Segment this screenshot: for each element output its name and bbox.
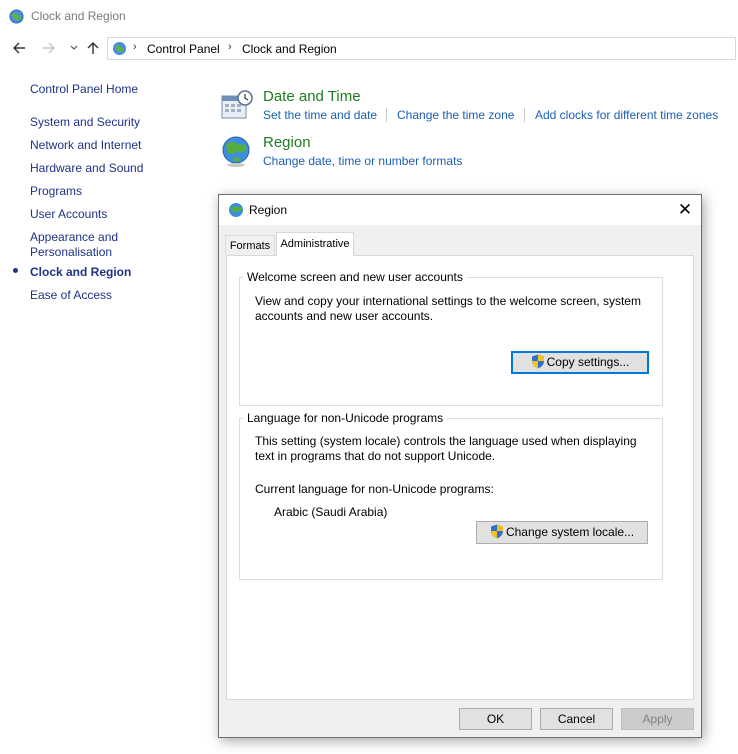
sidebar-item-hardware-sound[interactable]: Hardware and Sound [30, 161, 143, 176]
uac-shield-icon [531, 354, 544, 369]
breadcrumb-separator[interactable]: › [133, 41, 137, 53]
link-divider [524, 108, 525, 122]
copy-settings-button[interactable]: Copy settings... [511, 351, 649, 374]
sidebar-item-network-internet[interactable]: Network and Internet [30, 138, 141, 153]
chevron-down-icon [70, 45, 78, 50]
current-language-value: Arabic (Saudi Arabia) [274, 505, 388, 519]
welcome-group-legend: Welcome screen and new user accounts [243, 270, 467, 284]
forward-button[interactable] [40, 40, 58, 58]
sidebar-item-clock-region[interactable]: Clock and Region [30, 265, 131, 280]
administrative-tab-panel: Welcome screen and new user accounts Vie… [226, 255, 694, 700]
welcome-description-line2: accounts and new user accounts. [255, 309, 434, 323]
back-button[interactable] [10, 40, 28, 58]
tab-formats[interactable]: Formats [225, 235, 275, 255]
welcome-description-line1: View and copy your international setting… [255, 294, 641, 308]
region-dialog: Region ✕ Formats Administrative Welcome … [218, 194, 702, 738]
region-title[interactable]: Region [263, 134, 311, 151]
cancel-button[interactable]: Cancel [540, 708, 613, 730]
dialog-title-bar: Region ✕ [219, 195, 701, 225]
change-system-locale-label: Change system locale... [505, 525, 635, 539]
sidebar-item-user-accounts[interactable]: User Accounts [30, 207, 107, 222]
sidebar-item-system-security[interactable]: System and Security [30, 115, 140, 130]
change-system-locale-button[interactable]: Change system locale... [476, 521, 648, 544]
dialog-title: Region [249, 203, 288, 217]
arrow-left-icon [13, 42, 25, 54]
locale-description-line2: text in programs that do not support Uni… [255, 449, 496, 463]
control-panel-home-link[interactable]: Control Panel Home [30, 82, 138, 97]
change-time-zone-link[interactable]: Change the time zone [397, 108, 514, 122]
region-globe-icon [229, 203, 243, 217]
window-title-bar: Clock and Region [0, 0, 738, 33]
non-unicode-group-legend: Language for non-Unicode programs [243, 411, 448, 425]
region-globe-icon[interactable] [219, 134, 253, 168]
uac-shield-icon [490, 524, 503, 539]
sidebar-item-appearance[interactable]: Appearance and [30, 230, 118, 245]
link-divider [386, 108, 387, 122]
close-icon: ✕ [677, 200, 693, 219]
copy-settings-label: Copy settings... [546, 355, 630, 369]
current-item-bullet [13, 268, 18, 273]
add-clocks-link[interactable]: Add clocks for different time zones [535, 108, 718, 122]
sidebar-item-ease-of-access[interactable]: Ease of Access [30, 288, 112, 303]
address-bar[interactable]: › Control Panel › Clock and Region [107, 37, 736, 60]
date-time-icon[interactable] [219, 88, 253, 122]
breadcrumb-clock-and-region[interactable]: Clock and Region [242, 42, 337, 56]
locale-description-line1: This setting (system locale) controls th… [255, 434, 637, 448]
breadcrumb-control-panel[interactable]: Control Panel [147, 42, 220, 56]
arrow-up-icon [87, 42, 99, 54]
arrow-right-icon [43, 42, 55, 54]
sidebar-item-personalisation[interactable]: Personalisation [30, 245, 112, 260]
set-time-date-link[interactable]: Set the time and date [263, 108, 377, 122]
date-and-time-title[interactable]: Date and Time [263, 88, 361, 105]
up-button[interactable] [84, 40, 102, 58]
change-formats-link[interactable]: Change date, time or number formats [263, 154, 462, 168]
recent-locations-button[interactable] [65, 40, 83, 58]
clock-region-icon [112, 41, 127, 56]
window-title: Clock and Region [31, 9, 126, 23]
ok-button[interactable]: OK [459, 708, 532, 730]
current-language-label: Current language for non-Unicode program… [255, 482, 494, 496]
sidebar-item-programs[interactable]: Programs [30, 184, 82, 199]
breadcrumb-separator[interactable]: › [228, 41, 232, 53]
clock-region-icon [9, 9, 24, 24]
close-button[interactable]: ✕ [673, 199, 697, 221]
apply-button[interactable]: Apply [621, 708, 694, 730]
tab-administrative[interactable]: Administrative [276, 232, 354, 256]
